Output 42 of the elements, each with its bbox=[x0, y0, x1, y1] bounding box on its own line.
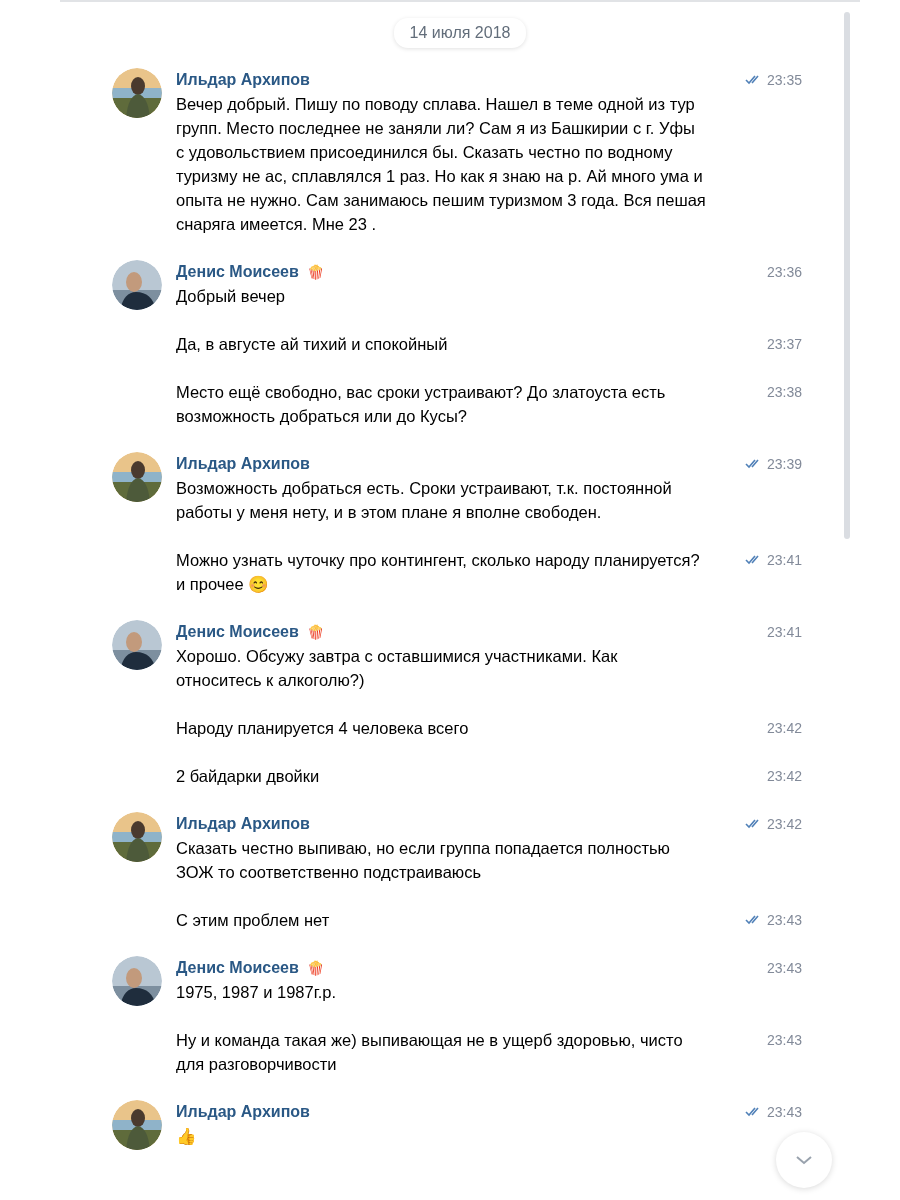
message-time: 23:38 bbox=[766, 384, 802, 400]
message-time: 23:42 bbox=[766, 720, 802, 736]
author-name[interactable]: Денис Моисеев bbox=[176, 263, 299, 281]
author-emoji: 🍿 bbox=[306, 624, 324, 640]
message-time: 23:43 bbox=[766, 1104, 802, 1120]
message-text: 1975, 1987 и 1987г.р. bbox=[176, 982, 338, 1003]
message-time: 23:36 bbox=[766, 264, 802, 280]
author-name[interactable]: Ильдар Архипов bbox=[176, 71, 310, 89]
message-text: Вечер добрый. Пишу по поводу сплава. Нашел в теме одной из тур групп. Место последнее не заняли ли? Сам я из Башкирии с г. Уфы с удовольствием присоединился бы. Сказать честно по водному туризму не ас, сплавлялся 1 раз. Но как я знаю на р. Ай много ума и опыта не нужно. Сам занимаюсь пешим туризмом 3 года. Вся пешая снаряга имеется. Мне 23 . bbox=[176, 94, 706, 235]
message-time: 23:41 bbox=[766, 624, 802, 640]
message-text: 2 байдарки двойки bbox=[176, 766, 321, 787]
message-text: Можно узнать чуточку про контингент, сколько народу планируется? и прочее 😊 bbox=[176, 550, 701, 595]
message-text: Сказать честно выпиваю, но если группа попадается полностью ЗОЖ то соответственно подстраиваюсь bbox=[176, 838, 671, 883]
author-name[interactable]: Ильдар Архипов bbox=[176, 1103, 310, 1121]
message-time: 23:43 bbox=[766, 912, 802, 928]
message-text: Место ещё свободно, вас сроки устраивают? До златоуста есть возможность добраться или до Кусы? bbox=[176, 382, 667, 427]
chevron-down-icon bbox=[795, 1155, 813, 1165]
message-time: 23:35 bbox=[766, 72, 802, 88]
author-emoji: 🍿 bbox=[306, 960, 324, 976]
message-text: Возможность добраться есть. Сроки устраивают, т.к. постоянной работы у меня нету, и в этом плане я вполне свободен. bbox=[176, 478, 673, 523]
message-text: Добрый вечер bbox=[176, 286, 286, 307]
message-time: 23:43 bbox=[766, 960, 802, 976]
author-name[interactable]: Денис Моисеев bbox=[176, 623, 299, 641]
message-time: 23:42 bbox=[766, 768, 802, 784]
message-text: Да, в августе ай тихий и спокойный bbox=[176, 334, 449, 355]
author-name[interactable]: Денис Моисеев bbox=[176, 959, 299, 977]
message-time: 23:42 bbox=[766, 816, 802, 832]
message-text: Хорошо. Обсужу завтра с оставшимися участниками. Как относитесь к алкоголю?) bbox=[176, 646, 619, 691]
message-time: 23:37 bbox=[766, 336, 802, 352]
author-name[interactable]: Ильдар Архипов bbox=[176, 815, 310, 833]
author-emoji: 🍿 bbox=[306, 264, 324, 280]
author-name[interactable]: Ильдар Архипов bbox=[176, 455, 310, 473]
message-time: 23:43 bbox=[766, 1032, 802, 1048]
message-text: С этим проблем нет bbox=[176, 910, 331, 931]
message-time: 23:41 bbox=[766, 552, 802, 568]
scroll-down-button[interactable] bbox=[776, 1132, 832, 1188]
message-text: 👍 bbox=[176, 1126, 198, 1147]
message-text: Ну и команда такая же) выпивающая не в ущерб здоровью, чисто для разговорчивости bbox=[176, 1030, 684, 1075]
date-label: 14 июля 2018 bbox=[393, 18, 527, 48]
scrollbar[interactable] bbox=[844, 12, 850, 539]
message-text: Народу планируется 4 человека всего bbox=[176, 718, 470, 739]
message-time: 23:39 bbox=[766, 456, 802, 472]
